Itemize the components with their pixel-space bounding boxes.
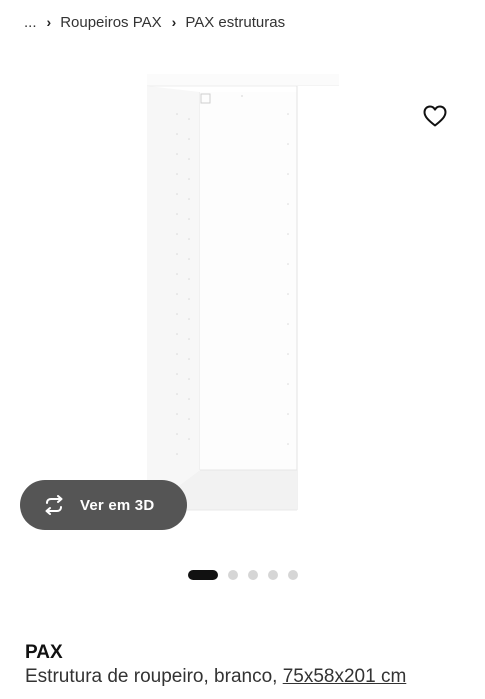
product-image-gallery[interactable]: Ver em 3D — [0, 50, 485, 550]
product-image-wardrobe-frame[interactable] — [147, 74, 339, 539]
carousel-dot[interactable] — [228, 570, 238, 580]
carousel-dot-active[interactable] — [188, 570, 218, 580]
chevron-right-icon: › — [46, 13, 52, 30]
product-description-text: Estrutura de roupeiro, branco, — [25, 666, 283, 687]
carousel-dot[interactable] — [288, 570, 298, 580]
carousel-dot[interactable] — [268, 570, 278, 580]
view-in-3d-button[interactable]: Ver em 3D — [20, 480, 187, 530]
breadcrumb-ellipsis[interactable]: ... — [24, 14, 37, 31]
rotate-arrows-icon — [41, 495, 67, 515]
breadcrumb: ... › Roupeiros PAX › PAX estruturas — [24, 13, 285, 32]
product-description: Estrutura de roupeiro, branco, 75x58x201… — [25, 666, 406, 688]
product-size-link[interactable]: 75x58x201 cm — [283, 666, 407, 687]
view-in-3d-label: Ver em 3D — [80, 496, 155, 514]
carousel-pagination — [188, 570, 308, 580]
favorite-button[interactable] — [419, 100, 451, 132]
chevron-right-icon: › — [171, 13, 177, 30]
carousel-dot[interactable] — [248, 570, 258, 580]
product-page: ... › Roupeiros PAX › PAX estruturas Ver… — [0, 0, 485, 699]
breadcrumb-roupeiros-pax[interactable]: Roupeiros PAX — [60, 14, 161, 31]
heart-outline-icon — [423, 105, 447, 127]
product-name: PAX — [25, 642, 63, 663]
breadcrumb-pax-estruturas[interactable]: PAX estruturas — [185, 14, 285, 31]
